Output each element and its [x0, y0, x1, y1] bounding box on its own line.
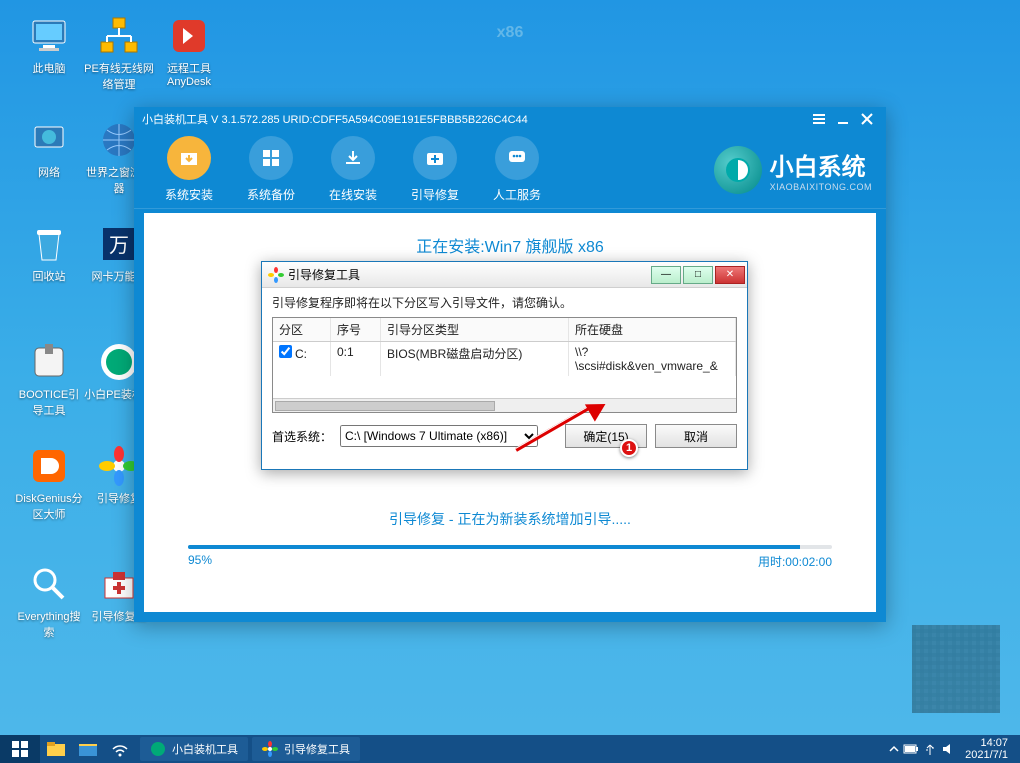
boot-repair-dialog: 引导修复工具 — □ ✕ 引导修复程序即将在以下分区写入引导文件，请您确认。 分…: [261, 261, 748, 470]
taskbar: 小白装机工具 引导修复工具 14:07 2021/7/1: [0, 735, 1020, 763]
desktop-icon-net-manage[interactable]: PE有线无线网络管理: [84, 14, 154, 92]
cancel-button[interactable]: 取消: [655, 424, 737, 448]
preferred-system-label: 首选系统：: [272, 428, 332, 445]
tab-system-install[interactable]: 系统安装: [148, 136, 230, 203]
system-tray: 14:07 2021/7/1: [889, 737, 1020, 761]
desktop-icon-everything[interactable]: Everything搜索: [14, 562, 84, 640]
tray-usb-icon[interactable]: [923, 742, 937, 756]
main-window-titlebar[interactable]: 小白装机工具 V 3.1.572.285 URID:CDFF5A594C09E1…: [134, 107, 886, 131]
dialog-close-button[interactable]: ✕: [715, 266, 745, 284]
task-xiaobai[interactable]: 小白装机工具: [140, 737, 248, 761]
progress-area: 95% 用时:00:02:00: [188, 545, 832, 570]
progress-percent: 95%: [188, 553, 212, 570]
tray-chevron-icon[interactable]: [889, 744, 899, 754]
taskbar-wifi-icon[interactable]: [104, 735, 136, 763]
windows-icon: [249, 136, 293, 180]
install-status-title: 正在安装:Win7 旗舰版 x86: [156, 233, 864, 257]
horizontal-scrollbar[interactable]: [273, 398, 736, 412]
tray-battery-icon[interactable]: [903, 744, 919, 754]
preferred-system-select[interactable]: C:\ [Windows 7 Ultimate (x86)]: [340, 425, 538, 447]
desktop-icon-network[interactable]: 网络: [14, 118, 84, 180]
flower-icon: [262, 741, 278, 757]
taskbar-explorer2[interactable]: [72, 735, 104, 763]
progress-bar: [188, 545, 832, 549]
tab-manual-service[interactable]: 人工服务: [476, 136, 558, 203]
dialog-minimize-button[interactable]: —: [651, 266, 681, 284]
dialog-maximize-button[interactable]: □: [683, 266, 713, 284]
close-button[interactable]: [856, 110, 878, 128]
task-bootrepair[interactable]: 引导修复工具: [252, 737, 360, 761]
flower-icon: [268, 267, 284, 283]
menu-button[interactable]: [808, 110, 830, 128]
desktop-icon-this-pc[interactable]: 此电脑: [14, 14, 84, 76]
qr-watermark: [912, 625, 1000, 713]
progress-fill: [188, 545, 800, 549]
progress-time: 用时:00:02:00: [758, 553, 832, 570]
chat-icon: [495, 136, 539, 180]
start-button[interactable]: [0, 735, 40, 763]
dialog-message: 引导修复程序即将在以下分区写入引导文件，请您确认。: [272, 294, 737, 311]
svg-text:万: 万: [109, 235, 129, 257]
brand: 小白系统XIAOBAIXITONG.COM: [714, 146, 872, 194]
main-window-title: 小白装机工具 V 3.1.572.285 URID:CDFF5A594C09E1…: [142, 111, 528, 127]
tab-online-install[interactable]: 在线安装: [312, 136, 394, 203]
scrollbar-thumb[interactable]: [275, 401, 495, 411]
first-aid-icon: [413, 136, 457, 180]
dialog-titlebar[interactable]: 引导修复工具 — □ ✕: [262, 262, 747, 288]
desktop-icon-anydesk[interactable]: 远程工具AnyDesk: [154, 14, 224, 88]
desktop-icon-recycle[interactable]: 回收站: [14, 222, 84, 284]
annotation-badge: 1: [620, 439, 638, 457]
desktop-icon-diskgenius[interactable]: DiskGenius分区大师: [14, 444, 84, 522]
taskbar-clock[interactable]: 14:07 2021/7/1: [959, 737, 1014, 761]
partition-table: 分区 序号 引导分区类型 所在硬盘 C: 0:1 BIOS(MBR磁盘启动分区)…: [272, 317, 737, 413]
tab-system-backup[interactable]: 系统备份: [230, 136, 312, 203]
dialog-title: 引导修复工具: [288, 266, 360, 283]
minimize-button[interactable]: [832, 110, 854, 128]
table-row[interactable]: C: 0:1 BIOS(MBR磁盘启动分区) \\?\scsi#disk&ven…: [273, 342, 736, 376]
tab-boot-repair[interactable]: 引导修复: [394, 136, 476, 203]
tray-volume-icon[interactable]: [941, 742, 955, 756]
brand-logo-icon: [714, 146, 762, 194]
folder-down-icon: [167, 136, 211, 180]
xiaobai-icon: [150, 741, 166, 757]
tab-bar: 系统安装 系统备份 在线安装 引导修复 人工服务 小白系统XIAOBAIXITO…: [134, 131, 886, 209]
install-status-detail: 引导修复 - 正在为新装系统增加引导.....: [156, 509, 864, 529]
download-icon: [331, 136, 375, 180]
desktop-icon-bootice[interactable]: BOOTICE引导工具: [14, 340, 84, 418]
taskbar-file-explorer[interactable]: [40, 735, 72, 763]
partition-checkbox[interactable]: [279, 345, 292, 358]
table-header: 分区 序号 引导分区类型 所在硬盘: [273, 318, 736, 342]
